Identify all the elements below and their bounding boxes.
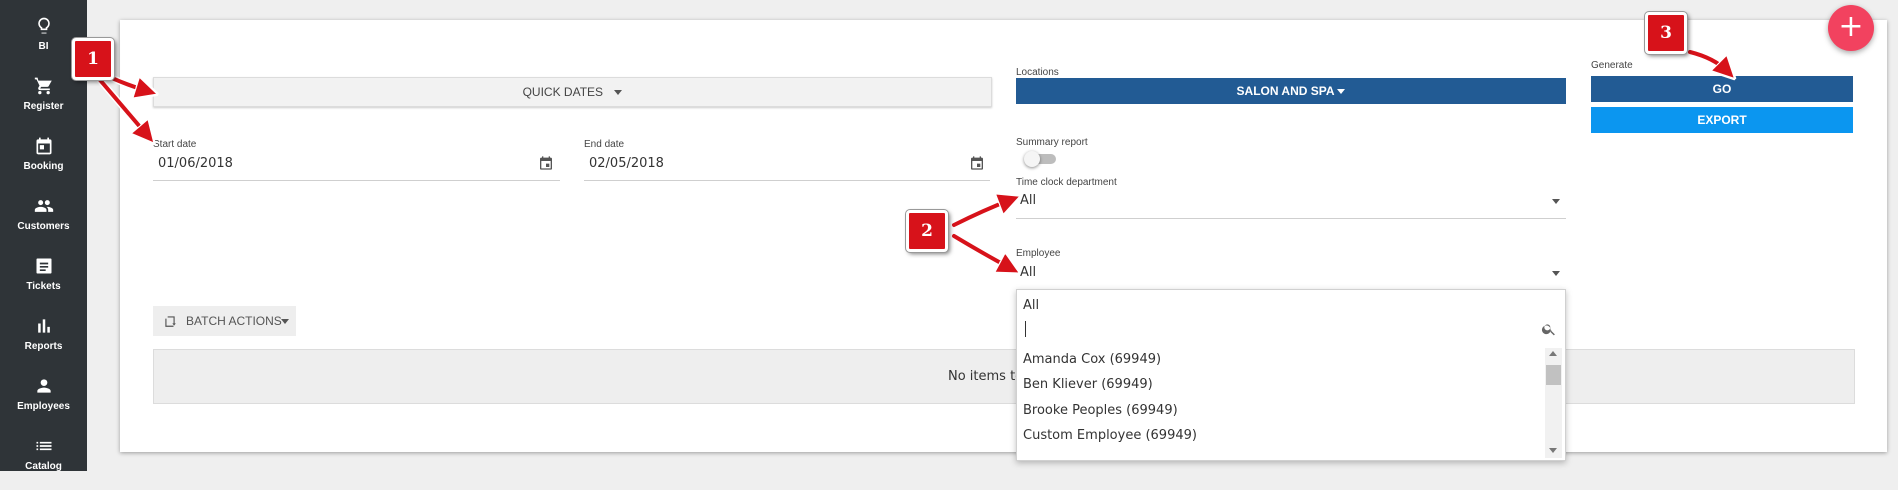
- arrow-2a: [952, 200, 1010, 227]
- arrow-2b: [952, 234, 1010, 268]
- annotation-badge-1: 1: [72, 38, 114, 80]
- annotation-badge-3: 3: [1645, 12, 1687, 54]
- annotation-arrows: [96, 48, 1898, 471]
- annotation-badge-2: 2: [906, 210, 948, 252]
